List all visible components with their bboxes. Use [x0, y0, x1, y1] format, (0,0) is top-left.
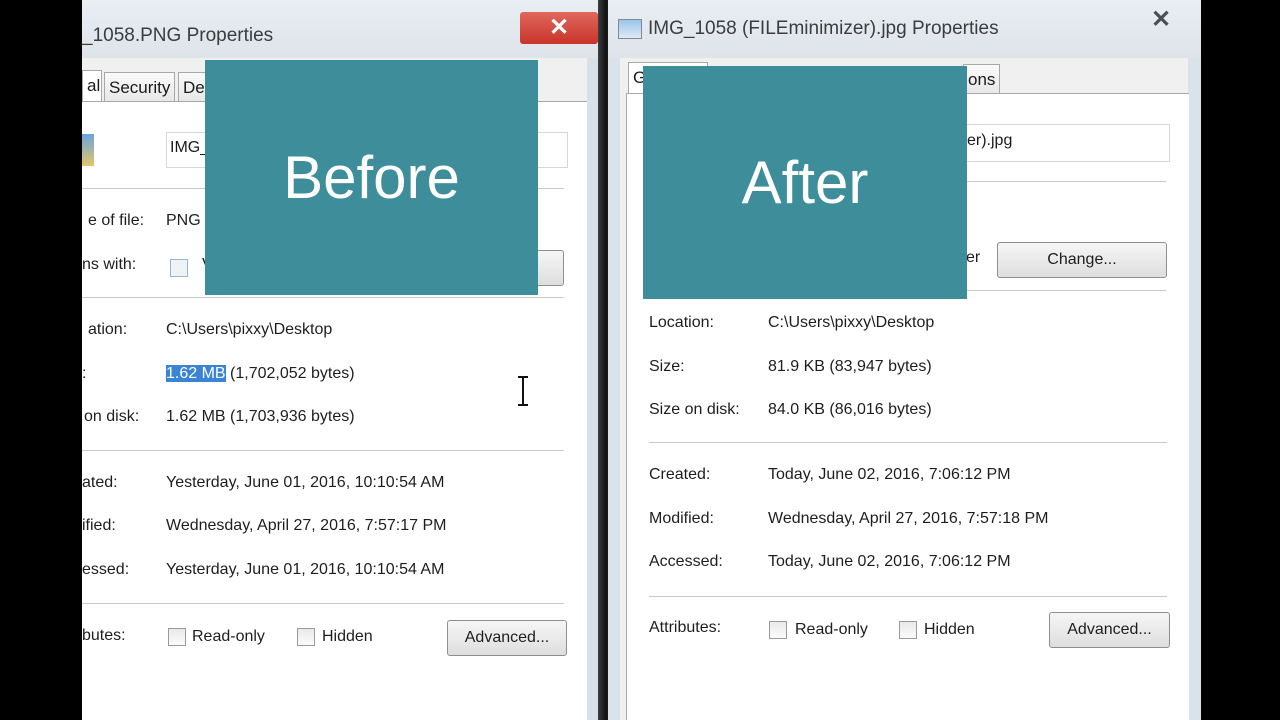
separator — [966, 181, 1166, 182]
left-size-value[interactable]: 1.62 MB (1,702,052 bytes) — [166, 365, 355, 383]
left-attributes-label: butes: — [82, 627, 126, 644]
close-icon: ✕ — [548, 14, 570, 41]
right-advanced-button[interactable]: Advanced... — [1049, 612, 1170, 648]
right-tab-previous-versions[interactable]: ons — [963, 64, 1001, 95]
left-created-label: ated: — [82, 474, 118, 491]
right-close-button[interactable]: ✕ — [1123, 4, 1199, 36]
left-filename-text: IMG_ — [170, 139, 210, 156]
after-overlay: After — [643, 66, 967, 299]
left-type-label: e of file: — [88, 212, 145, 229]
jpg-file-icon — [618, 19, 642, 39]
right-created-label: Created: — [649, 466, 711, 483]
text-cursor-icon — [516, 376, 530, 406]
right-disk-label: Size on disk: — [649, 401, 740, 418]
left-readonly-checkbox[interactable] — [168, 628, 186, 646]
right-modified-label: Modified: — [649, 510, 714, 527]
left-location-label: ation: — [88, 321, 128, 338]
right-opens-value: er — [966, 249, 981, 266]
separator — [82, 603, 564, 604]
right-size-value: 81.9 KB (83,947 bytes) — [768, 358, 932, 375]
right-size-label: Size: — [649, 358, 685, 375]
left-location-value: C:\Users\pixxy\Desktop — [166, 321, 333, 338]
right-hidden-checkbox[interactable] — [899, 621, 917, 639]
left-readonly-label: Read-only — [192, 628, 265, 645]
left-modified-value: Wednesday, April 27, 2016, 7:57:17 PM — [166, 517, 447, 534]
separator — [82, 450, 564, 451]
right-accessed-label: Accessed: — [649, 553, 723, 570]
right-filename-text: er).jpg — [967, 132, 1013, 149]
right-window-title: IMG_1058 (FILEminimizer).jpg Properties — [648, 18, 999, 39]
left-hidden-label: Hidden — [322, 628, 373, 645]
separator — [82, 297, 564, 298]
left-accessed-label: essed: — [82, 561, 130, 578]
separator — [649, 596, 1167, 597]
selected-size-text[interactable]: 1.62 MB — [166, 365, 226, 382]
left-window-title: _1058.PNG Properties — [82, 25, 274, 46]
right-attributes-label: Attributes: — [649, 619, 722, 636]
separator — [966, 290, 1166, 291]
right-location-label: Location: — [649, 314, 714, 331]
right-disk-value: 84.0 KB (86,016 bytes) — [768, 401, 932, 418]
right-modified-value: Wednesday, April 27, 2016, 7:57:18 PM — [768, 510, 1049, 527]
left-disk-label: on disk: — [84, 408, 140, 425]
left-hidden-checkbox[interactable] — [297, 628, 315, 646]
right-readonly-label: Read-only — [795, 621, 868, 638]
right-location-value: C:\Users\pixxy\Desktop — [768, 314, 935, 331]
separator — [649, 442, 1167, 443]
left-tab-general[interactable]: al — [82, 70, 102, 101]
before-overlay: Before — [205, 60, 538, 295]
left-opens-label: ns with: — [82, 256, 137, 273]
right-readonly-checkbox[interactable] — [769, 621, 787, 639]
right-change-button[interactable]: Change... — [997, 242, 1167, 278]
left-close-button[interactable]: ✕ — [520, 12, 598, 44]
right-created-value: Today, June 02, 2016, 7:06:12 PM — [768, 466, 1011, 483]
left-accessed-value: Yesterday, June 01, 2016, 10:10:54 AM — [166, 561, 445, 578]
viewer-icon — [170, 259, 188, 277]
left-size-label: : — [82, 365, 87, 382]
left-modified-label: ified: — [82, 517, 116, 534]
left-tab-security[interactable]: Security — [104, 72, 176, 103]
left-type-value: PNG — [166, 212, 201, 229]
size-bytes-text: (1,702,052 bytes) — [225, 365, 355, 382]
left-created-value: Yesterday, June 01, 2016, 10:10:54 AM — [166, 474, 445, 491]
left-advanced-button[interactable]: Advanced... — [447, 620, 567, 656]
right-hidden-label: Hidden — [924, 621, 975, 638]
right-accessed-value: Today, June 02, 2016, 7:06:12 PM — [768, 553, 1011, 570]
left-disk-value: 1.62 MB (1,703,936 bytes) — [166, 408, 355, 425]
file-icon — [82, 134, 94, 166]
close-icon: ✕ — [1150, 6, 1172, 33]
